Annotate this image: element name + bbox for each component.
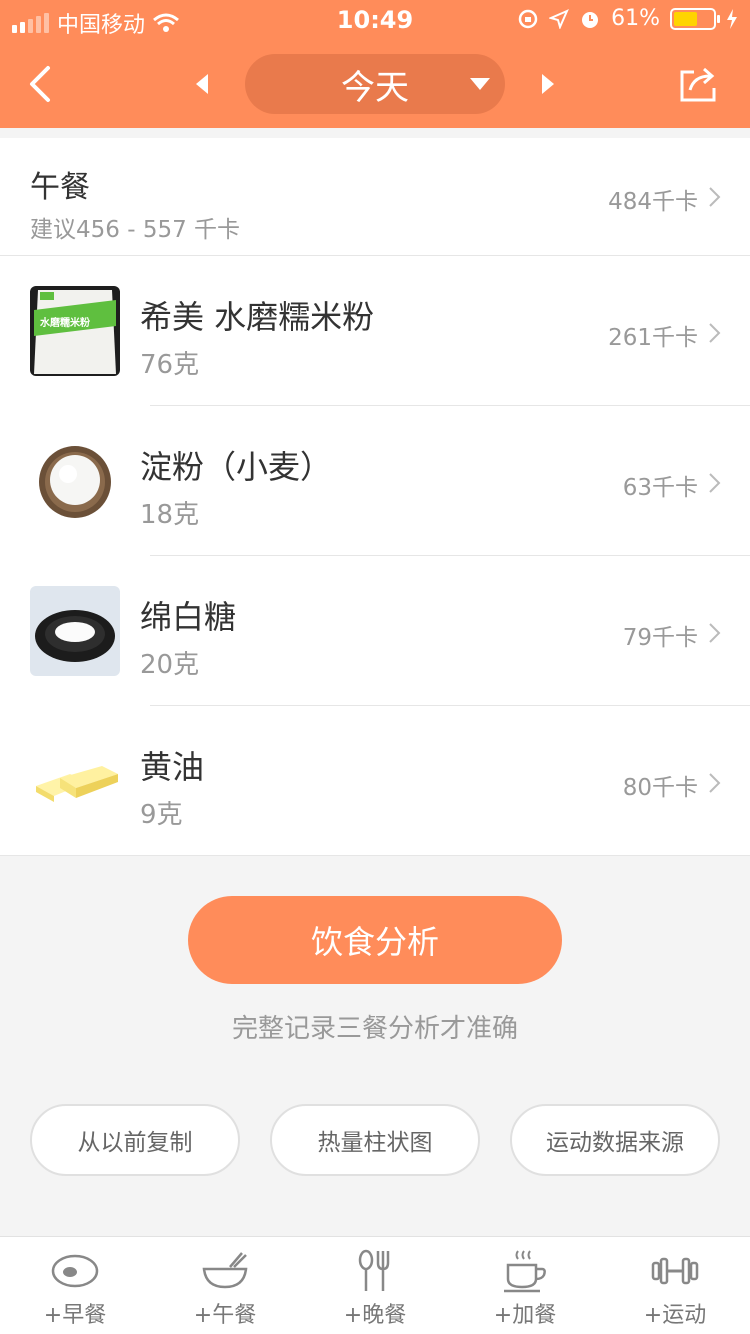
svg-text:水磨糯米粉: 水磨糯米粉 — [39, 316, 90, 329]
bowl-icon — [202, 1252, 248, 1289]
butter-icon — [30, 736, 120, 826]
food-item-row[interactable]: 水磨糯米粉 希美 水磨糯米粉 76克 261千卡 — [0, 256, 750, 406]
tab-label: +加餐 — [493, 1303, 557, 1328]
alarm-icon — [582, 11, 599, 28]
calorie-bar-chart-button[interactable]: 热量柱状图 — [270, 1104, 480, 1176]
meal-total-kcal: 484千卡 — [608, 189, 698, 215]
tab-add-dinner[interactable]: +晚餐 — [300, 1237, 450, 1334]
sugar-plate-icon — [30, 586, 120, 676]
tab-label: +早餐 — [43, 1303, 107, 1328]
food-item-row[interactable]: 绵白糖 20克 79千卡 — [0, 556, 750, 706]
egg-icon — [51, 1254, 99, 1288]
exercise-data-source-button[interactable]: 运动数据来源 — [510, 1104, 720, 1176]
meal-section: 午餐 建议456 - 557 千卡 484千卡 水磨糯米粉 希美 水磨糯米粉 7… — [0, 138, 750, 856]
food-item-row[interactable]: 黄油 9克 80千卡 — [0, 706, 750, 856]
tab-add-snack[interactable]: +加餐 — [450, 1237, 600, 1334]
food-kcal: 261千卡 — [608, 325, 698, 351]
next-day-icon[interactable] — [536, 72, 560, 96]
food-kcal: 79千卡 — [622, 625, 698, 651]
bottom-tab-bar: +早餐 +午餐 +晚餐 +加餐 +运动 — [0, 1236, 750, 1334]
charging-icon — [727, 8, 737, 29]
meal-title: 午餐 — [30, 170, 90, 205]
location-icon — [549, 8, 570, 29]
spoon-fork-icon — [358, 1249, 390, 1291]
dumbbell-icon — [651, 1257, 699, 1285]
diet-analysis-button[interactable]: 饮食分析 — [188, 896, 562, 984]
tab-add-lunch[interactable]: +午餐 — [150, 1237, 300, 1334]
tab-label: +午餐 — [193, 1303, 257, 1328]
caret-down-icon — [470, 78, 490, 90]
status-bar: 中国移动 10:49 61% — [0, 0, 750, 40]
date-label: 今天 — [341, 67, 409, 108]
tab-add-exercise[interactable]: +运动 — [600, 1237, 750, 1334]
battery-percent: 61% — [611, 6, 660, 31]
meal-summary-row[interactable]: 午餐 建议456 - 557 千卡 484千卡 — [0, 138, 750, 256]
chevron-right-icon — [709, 473, 721, 493]
rice-flour-bag-icon: 水磨糯米粉 — [30, 286, 120, 376]
food-quantity: 76克 — [140, 350, 200, 380]
coffee-cup-icon — [504, 1250, 546, 1293]
food-quantity: 20克 — [140, 650, 200, 680]
back-chevron-icon[interactable] — [24, 62, 60, 106]
starch-bowl-icon — [30, 436, 120, 526]
tab-label: +运动 — [643, 1303, 707, 1328]
copy-from-previous-button[interactable]: 从以前复制 — [30, 1104, 240, 1176]
divider — [0, 855, 750, 856]
top-header: 中国移动 10:49 61% 今天 — [0, 0, 750, 128]
food-kcal: 63千卡 — [622, 475, 698, 501]
share-icon[interactable] — [678, 64, 718, 104]
meal-suggestion: 建议456 - 557 千卡 — [30, 217, 241, 243]
analysis-hint: 完整记录三餐分析才准确 — [231, 1014, 518, 1044]
food-name: 绵白糖 — [140, 598, 237, 636]
food-quantity: 18克 — [140, 500, 200, 530]
previous-day-icon[interactable] — [190, 72, 214, 96]
chevron-right-icon — [709, 773, 721, 793]
food-name: 黄油 — [140, 748, 205, 786]
food-item-row[interactable]: 淀粉（小麦） 18克 63千卡 — [0, 406, 750, 556]
food-name: 希美 水磨糯米粉 — [140, 298, 375, 336]
rotation-lock-icon — [518, 9, 538, 28]
date-selector[interactable]: 今天 — [245, 54, 505, 114]
chevron-right-icon — [709, 323, 721, 343]
battery-icon — [670, 7, 720, 30]
tab-label: +晚餐 — [343, 1303, 407, 1328]
action-buttons: 从以前复制 热量柱状图 运动数据来源 — [30, 1104, 720, 1176]
food-quantity: 9克 — [140, 800, 183, 830]
tab-add-breakfast[interactable]: +早餐 — [0, 1237, 150, 1334]
food-kcal: 80千卡 — [622, 775, 698, 801]
chevron-right-icon — [709, 187, 721, 207]
chevron-right-icon — [709, 623, 721, 643]
food-name: 淀粉（小麦） — [140, 448, 333, 486]
